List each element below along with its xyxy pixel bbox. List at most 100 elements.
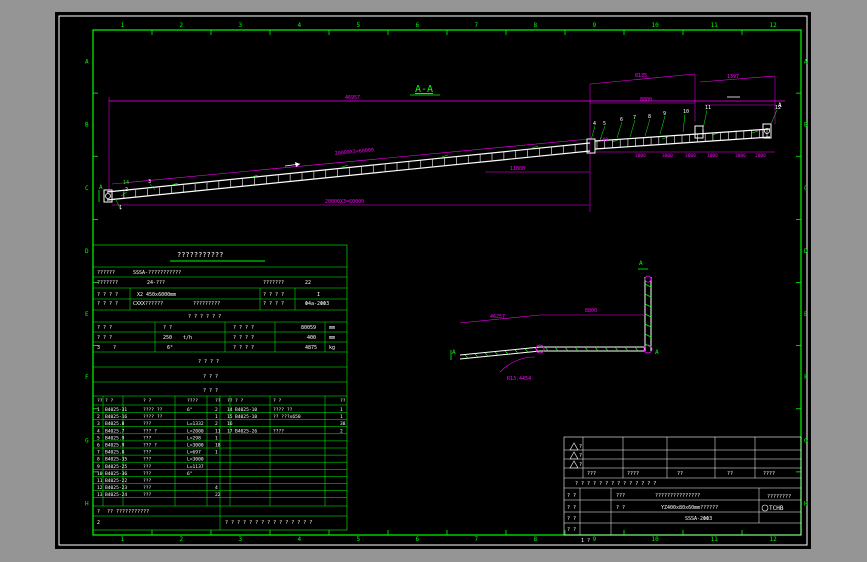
parts-cell: B4025-16: [105, 414, 127, 420]
border-number-bottom: 3: [239, 536, 243, 543]
border-number-bottom: 12: [770, 536, 778, 543]
parts-cell: 4: [215, 485, 218, 491]
rev-row-3: ?: [579, 462, 582, 468]
parts-cell: 12: [97, 485, 103, 491]
param-0-c2: ? ?: [163, 325, 172, 331]
param-1-c2: 250: [163, 335, 172, 341]
warning-triangle-icon: [569, 442, 579, 451]
row3-value2: I: [317, 292, 320, 298]
plan-dim-left: 46257: [490, 314, 505, 320]
sig-label-4: ??: [727, 471, 733, 477]
company-logo: TCHB: [769, 505, 784, 512]
border-number-bottom: 10: [652, 536, 660, 543]
balloon-label: 4: [593, 121, 596, 127]
border-number-bottom: 1: [121, 536, 125, 543]
border-number-bottom: 6: [416, 536, 420, 543]
parts-cell: B4025-23: [105, 485, 127, 491]
param-1-c2u: t/h: [183, 335, 192, 341]
balloon-label: 7: [633, 115, 636, 121]
parts-cell: B4025.9: [105, 435, 125, 441]
parts-cell: B4025.7: [105, 428, 125, 434]
dim-3000-c: 3000: [685, 153, 696, 159]
param-0-c3: ? ? ? ?: [233, 325, 254, 331]
parts-cell: 9: [97, 464, 100, 470]
dim-500: 500: [600, 137, 608, 143]
row3-label: ? ? ? ?: [97, 292, 118, 298]
sig-label-5: ????: [763, 471, 775, 477]
parts-cell: L=2000: [187, 428, 204, 434]
parts-cell: ???: [143, 478, 152, 484]
parts-cell: B4025-26: [235, 428, 257, 434]
border-number-bottom: 9: [593, 536, 597, 543]
parts-cell: ???: [143, 485, 152, 491]
spec-table-title: ???????????: [177, 251, 223, 259]
plan-marker-top: A: [639, 260, 643, 267]
rev-row-2: ?: [579, 453, 582, 459]
parts-cell: ???? ??: [273, 407, 293, 413]
parts-cell: 10: [97, 471, 103, 477]
parts-cell: ??? ?: [143, 443, 157, 449]
parts-cell: B4025-22: [105, 478, 127, 484]
parts-cell: B4025-31: [105, 407, 127, 413]
param-1-c4: 400: [307, 335, 316, 341]
border-letter-right: H: [804, 500, 808, 507]
parts-cell: ???: [143, 492, 152, 498]
border-letter-left: B: [85, 122, 89, 129]
parts-cell: L=1332: [187, 421, 204, 427]
parts-cell: 1: [340, 414, 343, 420]
border-letter-left: G: [85, 437, 89, 444]
parts-header-cell: ? ?: [235, 398, 244, 404]
parts-cell: 1: [215, 414, 218, 420]
sig-label-3: ??: [677, 471, 683, 477]
parts-cell: 5: [97, 435, 100, 441]
parts-cell: L=3000: [187, 443, 204, 449]
parts-cell: L=3000: [187, 457, 204, 463]
parts-cell: 17: [227, 428, 233, 434]
row4-value-b: ?????????: [193, 301, 220, 307]
border-number-top: 12: [770, 22, 778, 29]
tb-r3c1: ? ?: [567, 516, 576, 522]
parts-cell: ???: [143, 435, 152, 441]
parts-cell: 1: [215, 435, 218, 441]
parts-cell: 11: [97, 478, 103, 484]
parts-cell: B4025-24: [105, 492, 127, 498]
warning-triangle-icon: [569, 460, 579, 469]
parts-cell: 13: [97, 492, 103, 498]
dim-11800: 11800: [510, 166, 525, 172]
plan-marker-left: A: [452, 349, 456, 356]
parts-cell: L=1137: [187, 464, 204, 470]
row1-label: ??????: [97, 270, 115, 276]
note-num: 2: [97, 520, 100, 526]
border-letter-left: H: [85, 500, 89, 507]
row1-value: SSSA-???????????: [133, 270, 181, 276]
section-title: A-A: [415, 84, 433, 95]
row3-label2: ? ? ? ?: [263, 292, 284, 298]
parts-cell: 4: [97, 428, 100, 434]
border-letter-right: A: [804, 59, 808, 66]
tb-r4c1: ? ?: [567, 527, 576, 533]
plan-radius: R13.4454: [507, 376, 531, 382]
parts-cell: 16: [227, 421, 233, 427]
parts-cell: B4025-25: [105, 464, 127, 470]
balloon-label: 8: [648, 114, 651, 120]
footer-text: ? ? ? ? ? ? ? ? ? ? ? ? ? ? ?: [225, 520, 312, 526]
balloon-label: 2: [125, 187, 128, 193]
title-row: ? ? ? ? ? ? ? ? ? ? ? ? ? ?: [575, 481, 656, 487]
border-number-bottom: 11: [711, 536, 719, 543]
parts-cell: 38: [340, 421, 346, 427]
plan-dim-right: 8800: [585, 308, 597, 314]
angle-label: 14: [123, 180, 129, 186]
parts-cell: 6: [97, 443, 100, 449]
parts-cell: 1: [340, 407, 343, 413]
spec-table-text: ??????????? ?????? SSSA-??????????? ????…: [97, 251, 335, 394]
parts-cell: 1: [97, 407, 100, 413]
param-2-c3: ? ? ? ?: [233, 345, 254, 351]
dim-1397: 1397: [727, 74, 739, 80]
parts-cell: L=697: [187, 450, 201, 456]
dim-1000: 1000: [707, 153, 718, 159]
border-letter-right: E: [804, 311, 808, 318]
parts-cell: 22: [215, 492, 221, 498]
parts-cell: 7: [97, 450, 100, 456]
rev-row-1: ?: [579, 444, 582, 450]
note-text: ?? ???????????: [107, 509, 149, 515]
